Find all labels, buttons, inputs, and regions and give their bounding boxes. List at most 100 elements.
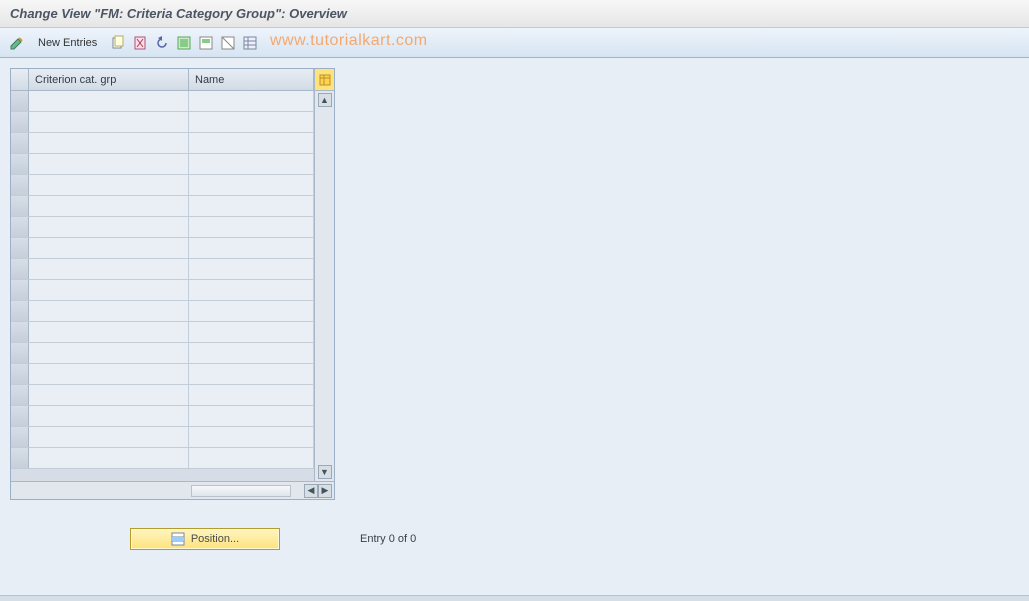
row-selector[interactable] xyxy=(11,406,29,426)
table-row xyxy=(11,343,314,364)
vertical-scrollbar[interactable]: ▲ ▼ xyxy=(314,91,334,481)
cell-criterion-cat-grp[interactable] xyxy=(29,112,189,132)
hscroll-track[interactable] xyxy=(191,485,291,497)
cell-criterion-cat-grp[interactable] xyxy=(29,343,189,363)
row-selector[interactable] xyxy=(11,91,29,111)
content-area: Criterion cat. grp Name ▲ ▼ ◀ ▶ P xyxy=(0,58,1029,601)
cell-name[interactable] xyxy=(189,196,314,216)
row-selector[interactable] xyxy=(11,280,29,300)
cell-criterion-cat-grp[interactable] xyxy=(29,196,189,216)
cell-criterion-cat-grp[interactable] xyxy=(29,364,189,384)
cell-name[interactable] xyxy=(189,238,314,258)
row-selector[interactable] xyxy=(11,196,29,216)
new-entries-button[interactable]: New Entries xyxy=(30,35,105,51)
cell-criterion-cat-grp[interactable] xyxy=(29,448,189,468)
row-selector[interactable] xyxy=(11,154,29,174)
toolbar: New Entries www.tutorialkart.com xyxy=(0,28,1029,58)
table-row xyxy=(11,154,314,175)
table-row xyxy=(11,259,314,280)
cell-criterion-cat-grp[interactable] xyxy=(29,133,189,153)
table-row xyxy=(11,112,314,133)
row-selector[interactable] xyxy=(11,133,29,153)
row-selector[interactable] xyxy=(11,259,29,279)
horizontal-scrollbar[interactable]: ◀ ▶ xyxy=(11,481,334,499)
cell-name[interactable] xyxy=(189,322,314,342)
table-body: ▲ ▼ xyxy=(11,91,334,481)
cell-criterion-cat-grp[interactable] xyxy=(29,301,189,321)
toggle-display-change-icon[interactable] xyxy=(8,34,26,52)
cell-name[interactable] xyxy=(189,448,314,468)
row-selector[interactable] xyxy=(11,301,29,321)
row-selector[interactable] xyxy=(11,427,29,447)
cell-name[interactable] xyxy=(189,343,314,363)
cell-name[interactable] xyxy=(189,154,314,174)
delete-icon[interactable] xyxy=(131,34,149,52)
cell-criterion-cat-grp[interactable] xyxy=(29,217,189,237)
hscroll-thumb[interactable] xyxy=(192,486,290,496)
table-header: Criterion cat. grp Name xyxy=(11,69,334,91)
cell-name[interactable] xyxy=(189,175,314,195)
configure-columns-button[interactable] xyxy=(314,69,334,90)
column-criterion-cat-grp[interactable]: Criterion cat. grp xyxy=(29,69,189,90)
table-row xyxy=(11,217,314,238)
column-name[interactable]: Name xyxy=(189,69,314,90)
cell-criterion-cat-grp[interactable] xyxy=(29,154,189,174)
cell-criterion-cat-grp[interactable] xyxy=(29,175,189,195)
scroll-right-icon[interactable]: ▶ xyxy=(318,484,332,498)
scroll-left-icon[interactable]: ◀ xyxy=(304,484,318,498)
table-row xyxy=(11,133,314,154)
cell-name[interactable] xyxy=(189,259,314,279)
row-selector[interactable] xyxy=(11,217,29,237)
cell-name[interactable] xyxy=(189,112,314,132)
cell-criterion-cat-grp[interactable] xyxy=(29,91,189,111)
row-selector[interactable] xyxy=(11,322,29,342)
cell-criterion-cat-grp[interactable] xyxy=(29,322,189,342)
row-selector[interactable] xyxy=(11,343,29,363)
table-row xyxy=(11,406,314,427)
cell-name[interactable] xyxy=(189,427,314,447)
bottom-border xyxy=(0,595,1029,601)
table-row xyxy=(11,427,314,448)
table-row xyxy=(11,280,314,301)
cell-criterion-cat-grp[interactable] xyxy=(29,427,189,447)
rows-container xyxy=(11,91,314,481)
row-selector[interactable] xyxy=(11,448,29,468)
copy-as-icon[interactable] xyxy=(109,34,127,52)
cell-name[interactable] xyxy=(189,301,314,321)
position-button[interactable]: Position... xyxy=(130,528,280,550)
footer: Position... Entry 0 of 0 xyxy=(0,528,1029,550)
cell-name[interactable] xyxy=(189,385,314,405)
cell-name[interactable] xyxy=(189,280,314,300)
select-block-icon[interactable] xyxy=(197,34,215,52)
row-selector[interactable] xyxy=(11,175,29,195)
select-all-icon[interactable] xyxy=(175,34,193,52)
watermark-text: www.tutorialkart.com xyxy=(270,32,428,50)
scroll-down-icon[interactable]: ▼ xyxy=(318,465,332,479)
cell-criterion-cat-grp[interactable] xyxy=(29,238,189,258)
table-row xyxy=(11,322,314,343)
select-all-column[interactable] xyxy=(11,69,29,90)
cell-criterion-cat-grp[interactable] xyxy=(29,406,189,426)
table-row xyxy=(11,448,314,469)
position-label: Position... xyxy=(191,533,239,545)
cell-criterion-cat-grp[interactable] xyxy=(29,259,189,279)
cell-name[interactable] xyxy=(189,406,314,426)
table-row xyxy=(11,196,314,217)
row-selector[interactable] xyxy=(11,238,29,258)
cell-name[interactable] xyxy=(189,217,314,237)
table-row xyxy=(11,175,314,196)
cell-name[interactable] xyxy=(189,364,314,384)
row-selector[interactable] xyxy=(11,364,29,384)
row-selector[interactable] xyxy=(11,112,29,132)
deselect-all-icon[interactable] xyxy=(219,34,237,52)
table-row xyxy=(11,91,314,112)
row-selector[interactable] xyxy=(11,385,29,405)
scroll-up-icon[interactable]: ▲ xyxy=(318,93,332,107)
cell-name[interactable] xyxy=(189,91,314,111)
cell-name[interactable] xyxy=(189,133,314,153)
cell-criterion-cat-grp[interactable] xyxy=(29,385,189,405)
table-settings-icon[interactable] xyxy=(241,34,259,52)
undo-change-icon[interactable] xyxy=(153,34,171,52)
cell-criterion-cat-grp[interactable] xyxy=(29,280,189,300)
table-row xyxy=(11,385,314,406)
